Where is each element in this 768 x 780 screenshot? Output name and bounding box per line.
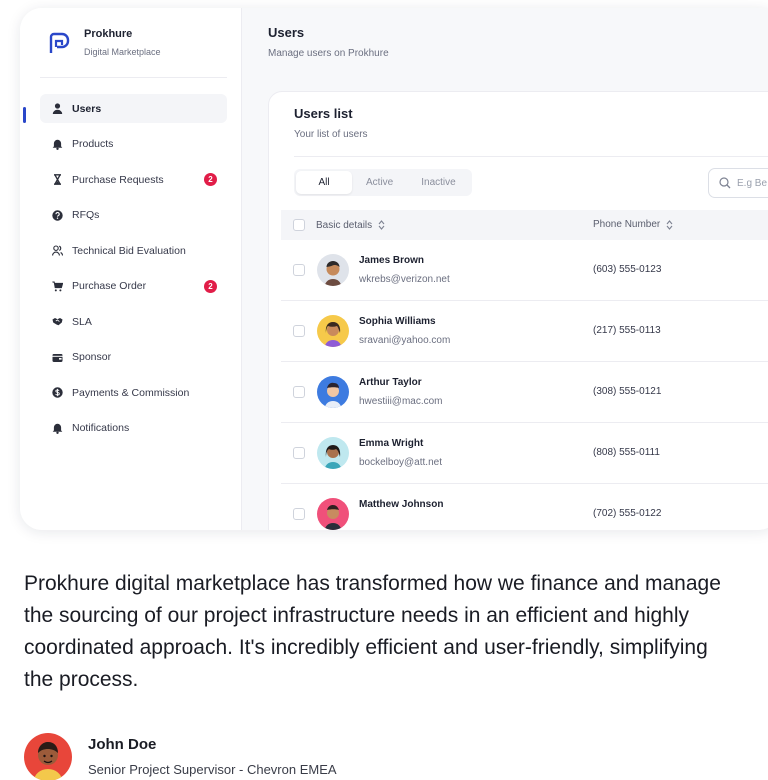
avatar <box>317 315 349 347</box>
user-phone: (603) 555-0123 <box>593 264 662 275</box>
user-phone: (808) 555-0111 <box>593 447 660 458</box>
avatar <box>317 498 349 530</box>
user-name: James Brown <box>359 255 425 266</box>
app-window: Prokhure Digital Marketplace Users Produ… <box>20 8 768 530</box>
author-avatar <box>24 733 72 780</box>
sort-icon[interactable] <box>666 219 673 230</box>
bell-icon <box>52 139 63 150</box>
sidebar-item-products[interactable]: Products <box>40 130 227 159</box>
table-row[interactable]: Emma Wright bockelboy@att.net (808) 555-… <box>281 423 768 484</box>
sidebar-item-technical-bid-evaluation[interactable]: Technical Bid Evaluation <box>40 236 227 265</box>
table-body: James Brown wkrebs@verizon.net (603) 555… <box>281 240 768 530</box>
column-phone-number[interactable]: Phone Number <box>593 219 673 230</box>
tab-inactive[interactable]: Inactive <box>407 171 469 194</box>
table-header: Basic details Phone Number <box>281 210 768 240</box>
hourglass-icon <box>52 174 63 185</box>
column-basic-details[interactable]: Basic details <box>293 219 385 231</box>
testimonial-quote: Prokhure digital marketplace has transfo… <box>24 572 721 691</box>
column-label: Phone Number <box>593 219 661 230</box>
user-email: wkrebs@verizon.net <box>359 274 450 285</box>
panel-title: Users list <box>294 106 353 121</box>
sidebar-item-label: Products <box>72 138 114 150</box>
sidebar-item-purchase-requests[interactable]: Purchase Requests 2 <box>40 165 227 194</box>
brand[interactable]: Prokhure Digital Marketplace <box>48 28 161 57</box>
user-name: Sophia Williams <box>359 316 436 327</box>
sidebar-item-purchase-order[interactable]: Purchase Order 2 <box>40 272 227 301</box>
sidebar-item-label: RFQs <box>72 209 100 221</box>
sidebar-item-payments-commission[interactable]: Payments & Commission <box>40 378 227 407</box>
sidebar-divider <box>40 77 227 78</box>
question-icon <box>52 209 63 221</box>
column-label: Basic details <box>316 219 373 231</box>
wallet-icon <box>52 352 63 363</box>
search-input[interactable]: E.g Be <box>708 168 768 198</box>
sidebar-item-label: Purchase Requests <box>72 173 164 186</box>
tab-active[interactable]: Active <box>352 171 407 194</box>
brand-subtitle: Digital Marketplace <box>84 47 161 57</box>
row-checkbox[interactable] <box>293 508 305 520</box>
users-icon <box>52 245 63 256</box>
sidebar: Prokhure Digital Marketplace Users Produ… <box>20 8 242 530</box>
user-phone: (702) 555-0122 <box>593 508 662 519</box>
sidebar-item-label: Notifications <box>72 422 130 434</box>
row-checkbox[interactable] <box>293 325 305 337</box>
brand-logo-icon <box>49 32 70 53</box>
users-list-panel: Users list Your list of users All Active… <box>268 91 768 530</box>
table-row[interactable]: Arthur Taylor hwestiii@mac.com (308) 555… <box>281 362 768 423</box>
panel-divider <box>294 156 768 157</box>
handshake-icon <box>52 316 63 327</box>
user-name: Matthew Johnson <box>359 499 444 510</box>
notification-badge: 2 <box>204 173 217 186</box>
sidebar-item-notifications[interactable]: Notifications <box>40 414 227 443</box>
user-email: sravani@yahoo.com <box>359 335 451 346</box>
user-name: Arthur Taylor <box>359 377 422 388</box>
bell-icon <box>52 423 63 434</box>
tab-all[interactable]: All <box>296 171 352 194</box>
user-email: bockelboy@att.net <box>359 457 442 468</box>
sidebar-item-label: SLA <box>72 315 92 328</box>
cart-icon <box>52 281 63 292</box>
filter-tabs: All Active Inactive <box>294 169 472 196</box>
sidebar-item-label: Users <box>72 102 102 115</box>
user-phone: (308) 555-0121 <box>593 386 662 397</box>
user-icon <box>52 103 63 114</box>
sort-icon[interactable] <box>378 220 385 230</box>
user-name: Emma Wright <box>359 438 424 449</box>
sidebar-item-sponsor[interactable]: Sponsor <box>40 343 227 372</box>
search-placeholder: E.g Be <box>737 177 768 189</box>
table-row[interactable]: Sophia Williams sravani@yahoo.com (217) … <box>281 301 768 362</box>
search-icon <box>719 177 731 189</box>
sidebar-item-label: Technical Bid Evaluation <box>72 244 186 257</box>
sidebar-item-label: Sponsor <box>72 351 112 363</box>
avatar <box>317 437 349 469</box>
table-row[interactable]: James Brown wkrebs@verizon.net (603) 555… <box>281 240 768 301</box>
sidebar-nav: Users Products Purchase Requests 2 RFQs … <box>40 94 227 449</box>
row-checkbox[interactable] <box>293 386 305 398</box>
brand-name: Prokhure <box>84 28 133 40</box>
panel-subtitle: Your list of users <box>294 129 368 140</box>
avatar <box>317 254 349 286</box>
page-title: Users <box>268 25 305 40</box>
row-checkbox[interactable] <box>293 447 305 459</box>
active-indicator <box>23 107 26 123</box>
sidebar-item-label: Purchase Order <box>72 280 147 292</box>
sidebar-item-rfqs[interactable]: RFQs <box>40 201 227 230</box>
dollar-icon <box>52 387 63 398</box>
select-all-checkbox[interactable] <box>293 219 305 231</box>
user-email: hwestiii@mac.com <box>359 396 443 407</box>
page-subtitle: Manage users on Prokhure <box>268 48 389 59</box>
avatar <box>317 376 349 408</box>
row-checkbox[interactable] <box>293 264 305 276</box>
sidebar-item-label: Payments & Commission <box>72 386 190 399</box>
table-row[interactable]: Matthew Johnson (702) 555-0122 <box>281 484 768 530</box>
sidebar-item-users[interactable]: Users <box>40 94 227 123</box>
sidebar-item-sla[interactable]: SLA <box>40 307 227 336</box>
notification-badge: 2 <box>204 279 217 293</box>
author-name: John Doe <box>88 736 157 753</box>
author-role: Senior Project Supervisor - Chevron EMEA <box>88 762 337 777</box>
user-phone: (217) 555-0113 <box>593 325 661 336</box>
main-content: Users Manage users on Prokhure Users lis… <box>242 8 768 530</box>
